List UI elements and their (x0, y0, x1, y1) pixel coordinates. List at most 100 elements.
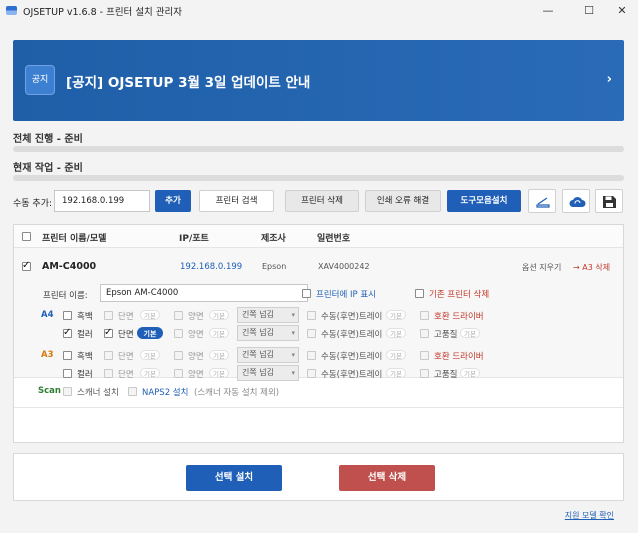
delete-selected-button[interactable]: 선택 삭제 (339, 465, 435, 491)
a3-color-simplex-checkbox[interactable] (104, 369, 113, 378)
install-tools-button[interactable]: 도구모음설치 (447, 190, 521, 212)
window-title: OJSETUP v1.6.8 - 프린터 설치 관리자 (23, 7, 183, 18)
a4-high-quality-label: 고품질 (434, 330, 458, 340)
notice-title: [공지] OJSETUP 3월 3일 업데이트 안내 (66, 75, 311, 91)
a4-color-flip-select[interactable]: 긴쪽 넘김 ▾ (237, 325, 299, 341)
a3-mono-checkbox[interactable] (63, 351, 72, 360)
a4-high-quality-default-tag[interactable]: 기본 (460, 328, 480, 338)
a3-label: A3 (41, 350, 54, 360)
search-printer-button[interactable]: 프린터 검색 (199, 190, 274, 212)
supported-models-link[interactable]: 지원 모델 확인 (565, 510, 614, 521)
a3-color-checkbox[interactable] (63, 369, 72, 378)
a4-color-simplex-default-tag[interactable]: 기본 (137, 327, 163, 339)
a3-mono-label: 흑백 (77, 352, 93, 362)
printer-name-label: 프린터 이름: (43, 291, 88, 301)
a4-compat-driver-label: 호환 드라이버 (434, 312, 484, 322)
a4-color-simplex-checkbox[interactable] (104, 327, 113, 338)
a3-mono-duplex-default-tag[interactable]: 기본 (209, 350, 229, 360)
a4-mono-flip-value: 긴쪽 넘김 (242, 310, 274, 319)
naps2-install-label: NAPS2 설치 (142, 388, 189, 398)
ip-input[interactable] (54, 190, 150, 212)
minimize-button[interactable]: — (530, 0, 566, 22)
a3-high-quality-default-tag[interactable]: 기본 (460, 368, 480, 378)
a4-mono-duplex-label: 양면 (188, 312, 204, 322)
delete-printer-button[interactable]: 프린터 삭제 (285, 190, 359, 212)
a3-color-simplex-default-tag[interactable]: 기본 (140, 368, 160, 378)
a3-color-flip-select[interactable]: 긴쪽 넘김 ▾ (237, 365, 299, 381)
delete-existing-checkbox[interactable] (415, 289, 424, 298)
a4-mono-tray-checkbox[interactable] (307, 311, 316, 320)
printer-name-input[interactable] (100, 284, 308, 302)
printer-list-panel: 프린터 이름/모델 IP/포트 제조사 일련번호 AM-C4000 192.16… (13, 224, 624, 443)
clear-options-link[interactable]: 옵션 지우기 (522, 262, 561, 273)
a3-color-duplex-default-tag[interactable]: 기본 (209, 368, 229, 378)
a4-mono-duplex-default-tag[interactable]: 기본 (209, 310, 229, 320)
a4-compat-driver-checkbox[interactable] (420, 311, 429, 320)
printer-maker: Epson (262, 262, 287, 271)
action-panel: 선택 설치 선택 삭제 (13, 453, 624, 501)
cloud-sync-button[interactable] (562, 189, 590, 213)
a3-high-quality-checkbox[interactable] (420, 369, 429, 378)
chevron-right-icon: › (606, 72, 612, 87)
a4-color-checkbox[interactable] (63, 327, 72, 338)
printer-row: AM-C4000 192.168.0.199 Epson XAV4000242 … (14, 248, 623, 381)
a4-color-duplex-default-tag[interactable]: 기본 (209, 328, 229, 338)
overall-progress-label: 전체 진행 - 준비 (13, 134, 83, 145)
a3-mono-flip-select[interactable]: 긴쪽 넘김 ▾ (237, 347, 299, 363)
a3-mono-simplex-default-tag[interactable]: 기본 (140, 350, 160, 360)
a3-mono-tray-checkbox[interactable] (307, 351, 316, 360)
a4-high-quality-checkbox[interactable] (420, 329, 429, 338)
header-ip: IP/포트 (179, 234, 209, 244)
a4-mono-simplex-label: 단면 (118, 312, 134, 322)
a3-compat-driver-checkbox[interactable] (420, 351, 429, 360)
a4-mono-flip-select[interactable]: 긴쪽 넘김 ▾ (237, 307, 299, 323)
printer-serial: XAV4000242 (318, 262, 370, 271)
a4-mono-label: 흑백 (77, 312, 93, 322)
a3-color-tray-checkbox[interactable] (307, 369, 316, 378)
printer-model: AM-C4000 (42, 261, 97, 272)
a4-color-tray-default-tag[interactable]: 기본 (386, 328, 406, 338)
a3-high-quality-label: 고품질 (434, 370, 458, 380)
header-serial: 일련번호 (317, 234, 351, 244)
a3-mono-simplex-label: 단면 (118, 352, 134, 362)
fix-print-error-button[interactable]: 인쇄 오류 해결 (365, 190, 441, 212)
save-button[interactable] (595, 189, 623, 213)
a3-mono-simplex-checkbox[interactable] (104, 351, 113, 360)
chevron-down-icon: ▾ (291, 329, 295, 337)
a4-mono-simplex-default-tag[interactable]: 기본 (140, 310, 160, 320)
a4-mono-tray-label: 수동(후면)트레이 (321, 312, 383, 322)
install-selected-button[interactable]: 선택 설치 (186, 465, 282, 491)
naps2-install-checkbox[interactable] (128, 387, 137, 396)
printer-row-checkbox[interactable] (22, 260, 31, 271)
scanner-button[interactable] (528, 189, 556, 213)
header-name: 프린터 이름/모델 (42, 234, 107, 244)
a4-color-simplex-label: 단면 (118, 330, 134, 340)
overall-progress-bar (13, 146, 624, 152)
printer-ip: 192.168.0.199 (180, 262, 243, 272)
a3-color-duplex-checkbox[interactable] (174, 369, 183, 378)
a3-mono-duplex-checkbox[interactable] (174, 351, 183, 360)
chevron-down-icon: ▾ (291, 351, 295, 359)
select-all-checkbox[interactable] (22, 232, 31, 241)
scanner-install-checkbox[interactable] (63, 387, 72, 396)
show-ip-checkbox[interactable] (302, 289, 311, 298)
scan-label: Scan (38, 386, 61, 396)
row-divider (14, 407, 623, 408)
a3-mono-tray-default-tag[interactable]: 기본 (386, 350, 406, 360)
a4-mono-tray-default-tag[interactable]: 기본 (386, 310, 406, 320)
a3-mono-tray-label: 수동(후면)트레이 (321, 352, 383, 362)
a4-color-duplex-checkbox[interactable] (174, 329, 183, 338)
maximize-button[interactable]: ☐ (571, 0, 607, 22)
delete-existing-label: 기존 프린터 삭제 (429, 290, 490, 300)
close-button[interactable]: ✕ (606, 0, 638, 22)
a4-color-tray-checkbox[interactable] (307, 329, 316, 338)
a3-color-tray-default-tag[interactable]: 기본 (386, 368, 406, 378)
a4-mono-checkbox[interactable] (63, 311, 72, 320)
delete-a3-link[interactable]: → A3 삭제 (573, 262, 610, 273)
a4-mono-duplex-checkbox[interactable] (174, 311, 183, 320)
title-bar: OJSETUP v1.6.8 - 프린터 설치 관리자 — ☐ ✕ (0, 0, 638, 22)
a4-mono-simplex-checkbox[interactable] (104, 311, 113, 320)
add-button[interactable]: 추가 (155, 190, 191, 212)
notice-banner[interactable]: 공지 [공지] OJSETUP 3월 3일 업데이트 안내 › (13, 40, 624, 121)
notice-badge: 공지 (25, 65, 55, 95)
